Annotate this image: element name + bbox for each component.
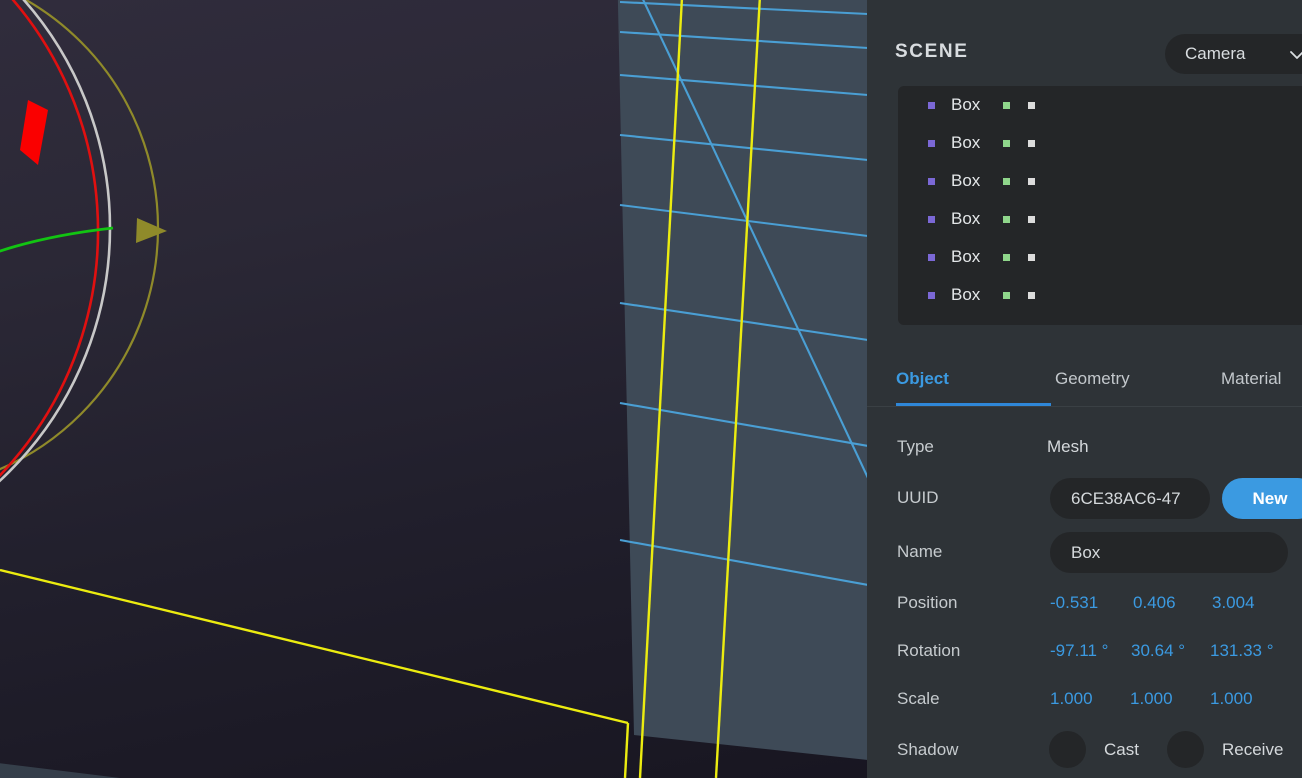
selected-mesh xyxy=(0,0,868,778)
material-color-swatch xyxy=(1028,102,1035,109)
tab-material[interactable]: Material xyxy=(1221,355,1281,406)
scale-z[interactable]: 1.000 xyxy=(1210,689,1253,709)
position-x[interactable]: -0.531 xyxy=(1050,593,1098,613)
outliner-item-label: Box xyxy=(951,133,989,153)
outliner-item-label: Box xyxy=(951,171,989,191)
shadow-label: Shadow xyxy=(897,740,958,760)
scale-y[interactable]: 1.000 xyxy=(1130,689,1173,709)
property-row-name: Name Box xyxy=(867,528,1302,576)
scale-x[interactable]: 1.000 xyxy=(1050,689,1093,709)
rotation-label: Rotation xyxy=(897,641,960,661)
chevron-down-icon xyxy=(1289,47,1302,63)
name-value: Box xyxy=(1071,543,1100,563)
new-uuid-button[interactable]: New xyxy=(1222,478,1302,519)
position-label: Position xyxy=(897,593,957,613)
viewport-canvas xyxy=(0,0,868,778)
tab-geometry[interactable]: Geometry xyxy=(1055,355,1130,406)
outliner-item-label: Box xyxy=(951,209,989,229)
3d-viewport[interactable] xyxy=(0,0,868,778)
shadow-receive-toggle[interactable] xyxy=(1167,731,1204,768)
tab-object[interactable]: Object xyxy=(896,355,949,406)
scene-outliner[interactable]: Box Box Box Box xyxy=(898,86,1302,325)
gizmo-arrow-icon[interactable] xyxy=(136,218,167,243)
property-row-type: Type Mesh xyxy=(867,423,1302,471)
outliner-item-label: Box xyxy=(951,95,989,115)
object-color-swatch xyxy=(928,178,935,185)
list-item[interactable]: Box xyxy=(898,162,1302,200)
property-row-shadow: Shadow Cast Receive xyxy=(867,726,1302,774)
geometry-color-swatch xyxy=(1003,140,1010,147)
rotation-x[interactable]: -97.11 ° xyxy=(1050,641,1108,661)
uuid-value: 6CE38AC6-47 xyxy=(1071,489,1181,509)
page-title: SCENE xyxy=(895,41,968,63)
object-color-swatch xyxy=(928,102,935,109)
geometry-color-swatch xyxy=(1003,292,1010,299)
app-root: SCENE Camera Box Box xyxy=(0,0,1302,778)
list-item[interactable]: Box xyxy=(898,124,1302,162)
material-color-swatch xyxy=(1028,140,1035,147)
geometry-color-swatch xyxy=(1003,216,1010,223)
property-row-position: Position -0.531 0.406 3.004 xyxy=(867,579,1302,627)
mesh-face xyxy=(617,0,868,760)
shadow-cast-label: Cast xyxy=(1104,740,1139,760)
outliner-item-label: Box xyxy=(951,247,989,267)
property-tabs: Object Geometry Material xyxy=(867,355,1302,407)
uuid-field[interactable]: 6CE38AC6-47 xyxy=(1050,478,1210,519)
active-tab-indicator xyxy=(896,403,1051,406)
position-y[interactable]: 0.406 xyxy=(1133,593,1176,613)
shadow-cast-toggle[interactable] xyxy=(1049,731,1086,768)
object-color-swatch xyxy=(928,254,935,261)
object-color-swatch xyxy=(928,216,935,223)
name-field[interactable]: Box xyxy=(1050,532,1288,573)
rotation-y[interactable]: 30.64 ° xyxy=(1131,641,1185,661)
outliner-item-label: Box xyxy=(951,285,989,305)
name-label: Name xyxy=(897,542,942,562)
material-color-swatch xyxy=(1028,254,1035,261)
list-item[interactable]: Box xyxy=(898,238,1302,276)
gizmo-x-handle[interactable] xyxy=(20,100,48,165)
uuid-label: UUID xyxy=(897,488,939,508)
type-label: Type xyxy=(897,437,934,457)
property-row-uuid: UUID 6CE38AC6-47 New xyxy=(867,474,1302,522)
material-color-swatch xyxy=(1028,292,1035,299)
object-color-swatch xyxy=(928,140,935,147)
camera-selector[interactable]: Camera xyxy=(1165,34,1302,74)
shadow-receive-label: Receive xyxy=(1222,740,1283,760)
property-row-scale: Scale 1.000 1.000 1.000 xyxy=(867,675,1302,723)
gizmo-x-ring[interactable] xyxy=(0,0,122,605)
background-mesh xyxy=(0,762,120,778)
geometry-color-swatch xyxy=(1003,102,1010,109)
geometry-color-swatch xyxy=(1003,254,1010,261)
camera-selector-value: Camera xyxy=(1185,44,1245,64)
list-item[interactable]: Box xyxy=(898,276,1302,314)
rotation-z[interactable]: 131.33 ° xyxy=(1210,641,1274,661)
property-row-rotation: Rotation -97.11 ° 30.64 ° 131.33 ° xyxy=(867,627,1302,675)
list-item[interactable]: Box xyxy=(898,86,1302,124)
properties-panel: SCENE Camera Box Box xyxy=(867,0,1302,778)
geometry-color-swatch xyxy=(1003,178,1010,185)
list-item[interactable]: Box xyxy=(898,200,1302,238)
material-color-swatch xyxy=(1028,178,1035,185)
scale-label: Scale xyxy=(897,689,940,709)
type-value: Mesh xyxy=(1047,437,1089,457)
object-color-swatch xyxy=(928,292,935,299)
panel-header: SCENE Camera xyxy=(867,0,1302,86)
position-z[interactable]: 3.004 xyxy=(1212,593,1255,613)
material-color-swatch xyxy=(1028,216,1035,223)
rotation-gizmo xyxy=(0,0,167,605)
